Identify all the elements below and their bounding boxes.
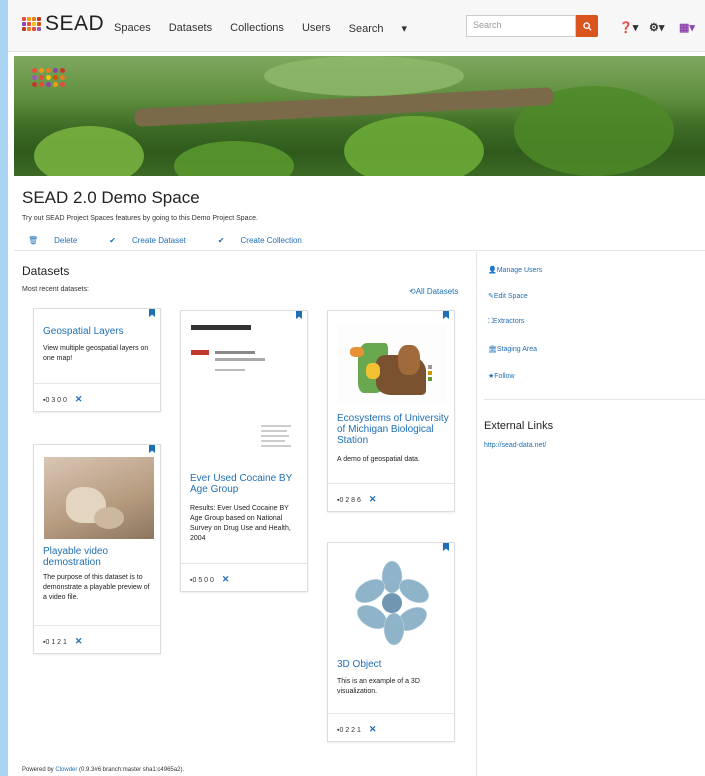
- column-divider: [476, 252, 477, 776]
- sidebar-divider: [484, 399, 705, 400]
- external-links-heading: External Links: [484, 420, 554, 432]
- 3d-object-thumbnail: [355, 560, 429, 646]
- dataset-title[interactable]: 3D Object: [337, 659, 381, 670]
- edit-space-label: Edit Space: [493, 293, 528, 300]
- divider: [14, 250, 705, 251]
- dataset-title[interactable]: Playable video demostration: [43, 546, 153, 568]
- manage-users-label: Manage Users: [496, 267, 543, 274]
- page-title: SEAD 2.0 Demo Space: [22, 188, 200, 207]
- trash-icon: 🗑: [28, 236, 39, 245]
- dataset-card-ecosystems[interactable]: Ecosystems of University of Michigan Bio…: [327, 310, 455, 512]
- remove-icon[interactable]: ✕: [75, 394, 83, 404]
- dataset-stats-text: 0 1 2 1: [45, 639, 67, 646]
- bookmark-icon[interactable]: [443, 543, 449, 551]
- footer-prefix: Powered by: [22, 767, 54, 773]
- footer-version: (0.9.3#6 branch:master sha1:c4965a2).: [79, 767, 185, 773]
- dataset-thumbnail-map: [338, 325, 446, 405]
- help-icon[interactable]: ❓▾: [619, 21, 638, 34]
- nav-datasets[interactable]: Datasets: [169, 22, 212, 35]
- create-dataset-button[interactable]: ✔ Create Dataset: [109, 236, 202, 245]
- main-nav: Spaces Datasets Collections Users Search…: [114, 22, 443, 35]
- dataset-stats-text: 0 5 0 0: [192, 577, 214, 584]
- dataset-title[interactable]: Geospatial Layers: [43, 326, 124, 337]
- footer: Powered by Clowder (0.9.3#6 branch:maste…: [22, 767, 184, 773]
- follow-label: Follow: [494, 373, 515, 380]
- search-icon: [582, 21, 592, 31]
- nav-collections[interactable]: Collections: [230, 22, 284, 35]
- dataset-stats: ▪0 5 0 0 ✕: [181, 563, 307, 591]
- delete-label: Delete: [54, 236, 78, 245]
- remove-icon[interactable]: ✕: [222, 574, 230, 584]
- clowder-link[interactable]: Clowder: [55, 767, 77, 773]
- bookmark-icon[interactable]: [443, 311, 449, 319]
- dataset-card-video[interactable]: Playable video demostration The purpose …: [33, 444, 161, 654]
- dataset-description: Results: Ever Used Cocaine BY Age Group …: [190, 505, 291, 542]
- brand-name: SEAD: [45, 12, 105, 35]
- recent-datasets-label: Most recent datasets:: [22, 286, 89, 293]
- bookmark-icon[interactable]: [149, 309, 155, 317]
- staging-area-link[interactable]: 🏛Staging Area: [488, 345, 537, 353]
- all-datasets-label: All Datasets: [415, 287, 459, 296]
- navbar: SEAD Spaces Datasets Collections Users S…: [8, 0, 705, 52]
- dataset-stats-text: 0 3 0 0: [45, 397, 67, 404]
- gear-icon[interactable]: ⚙▾: [649, 21, 664, 34]
- sead-banner-logo-icon: [32, 68, 65, 87]
- search-input[interactable]: Search: [466, 15, 576, 37]
- create-collection-label: Create Collection: [240, 236, 302, 245]
- dataset-description: This is an example of a 3D visualization…: [337, 678, 420, 695]
- search-button[interactable]: [576, 15, 598, 37]
- page-subtitle: Try out SEAD Project Spaces features by …: [22, 215, 258, 222]
- dataset-card-cocaine[interactable]: Ever Used Cocaine BY Age Group Results: …: [180, 310, 308, 592]
- dataset-description: The purpose of this dataset is to demons…: [43, 574, 150, 601]
- dataset-stats-text: 0 2 8 6: [339, 497, 361, 504]
- dataset-title[interactable]: Ever Used Cocaine BY Age Group: [190, 473, 302, 495]
- follow-link[interactable]: ★Follow: [488, 372, 515, 380]
- refresh-icon: ⟲: [409, 287, 416, 296]
- user-avatar-icon[interactable]: ▦▾: [679, 21, 695, 34]
- brand-logo[interactable]: SEAD: [22, 12, 104, 36]
- dataset-description: View multiple geospatial layers on one m…: [43, 345, 149, 362]
- remove-icon[interactable]: ✕: [369, 494, 377, 504]
- extractors-link[interactable]: ⛶Extractors: [488, 318, 524, 326]
- bookmark-icon[interactable]: [296, 311, 302, 319]
- bookmark-icon[interactable]: [149, 445, 155, 453]
- nav-users[interactable]: Users: [302, 22, 331, 35]
- dataset-card-3d-object[interactable]: 3D Object This is an example of a 3D vis…: [327, 542, 455, 742]
- dataset-title[interactable]: Ecosystems of University of Michigan Bio…: [337, 413, 449, 446]
- building-icon: 🏛: [488, 346, 497, 353]
- external-link[interactable]: http://sead-data.net/: [484, 442, 546, 449]
- caret-down-icon: ▾: [401, 23, 408, 35]
- space-actions: 🗑 Delete ✔ Create Dataset ✔ Create Collecti…: [28, 236, 334, 245]
- dataset-card-geospatial[interactable]: Geospatial Layers View multiple geospati…: [33, 308, 161, 412]
- remove-icon[interactable]: ✕: [75, 636, 83, 646]
- manage-users-link[interactable]: 👤Manage Users: [488, 266, 542, 274]
- dataset-stats: ▪0 1 2 1 ✕: [34, 625, 160, 653]
- dataset-thumbnail: [191, 325, 299, 465]
- nav-search-dropdown[interactable]: Search ▾: [349, 22, 425, 35]
- check-icon: ✔: [217, 236, 225, 245]
- space-banner-image: [14, 56, 705, 176]
- nav-spaces[interactable]: Spaces: [114, 22, 151, 35]
- dataset-description: A demo of geospatial data.: [337, 456, 420, 463]
- staging-area-label: Staging Area: [496, 346, 537, 353]
- check-icon: ✔: [109, 236, 116, 245]
- page: SEAD Spaces Datasets Collections Users S…: [8, 0, 705, 776]
- dataset-thumbnail-video: [44, 457, 154, 539]
- create-collection-button[interactable]: ✔ Create Collection: [218, 236, 318, 245]
- dataset-stats: ▪0 3 0 0 ✕: [34, 383, 160, 411]
- user-icon: 👤: [488, 267, 497, 274]
- all-datasets-link[interactable]: ⟲All Datasets: [409, 287, 458, 296]
- create-dataset-label: Create Dataset: [131, 236, 186, 245]
- sead-logo-icon: [22, 17, 41, 31]
- delete-button[interactable]: 🗑 Delete: [28, 236, 93, 245]
- edit-space-link[interactable]: ✎Edit Space: [488, 292, 528, 300]
- dataset-stats-text: 0 2 2 1: [339, 727, 361, 734]
- nav-search-label: Search: [348, 23, 384, 35]
- dataset-stats: ▪0 2 2 1 ✕: [328, 713, 454, 741]
- datasets-heading: Datasets: [22, 264, 70, 278]
- remove-icon[interactable]: ✕: [369, 724, 377, 734]
- dataset-stats: ▪0 2 8 6 ✕: [328, 483, 454, 511]
- extractors-label: Extractors: [492, 318, 525, 325]
